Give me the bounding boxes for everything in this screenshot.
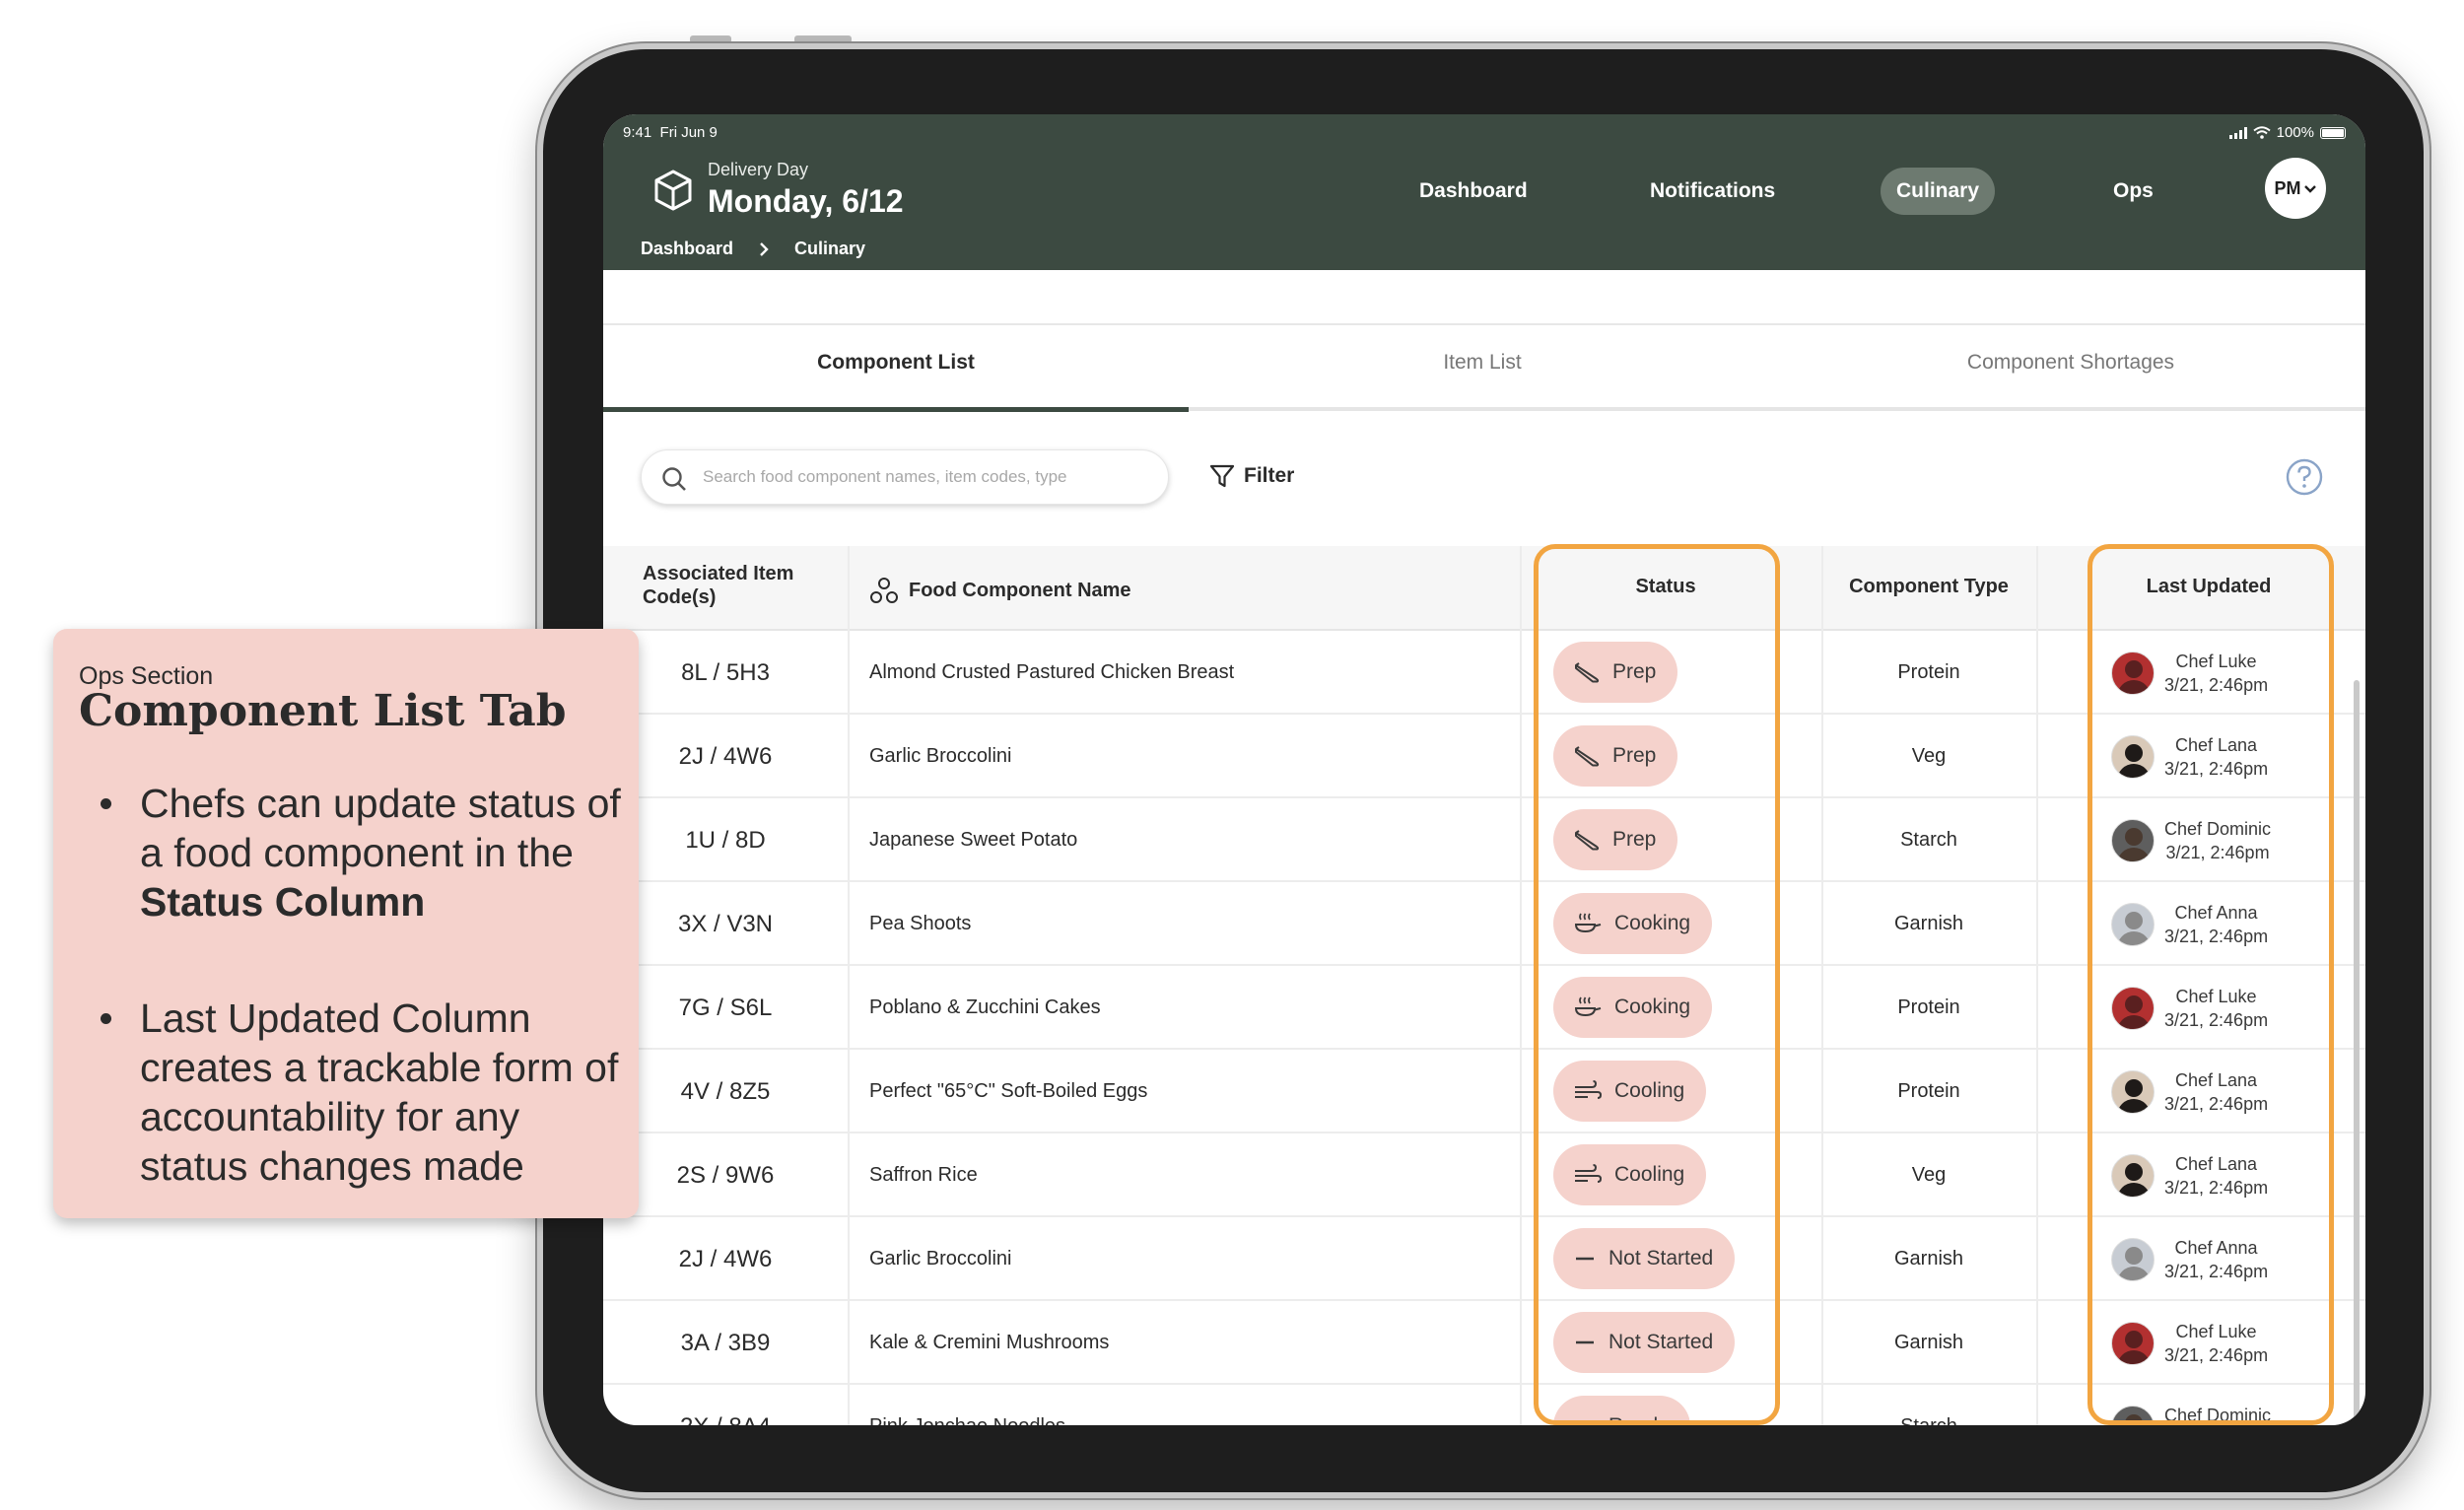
item-code: 8L / 5H3 xyxy=(681,659,770,686)
device-top-button xyxy=(794,35,852,43)
component-type: Starch xyxy=(1821,1385,2036,1425)
tab-component-shortages[interactable]: Component Shortages xyxy=(1776,351,2365,390)
component-name: Pea Shoots xyxy=(869,913,972,934)
callout-title: Component List Tab xyxy=(79,686,567,736)
status-indicators: 100% xyxy=(2228,124,2346,141)
tab-item-list[interactable]: Item List xyxy=(1189,351,1776,390)
component-name: Almond Crusted Pastured Chicken Breast xyxy=(869,661,1235,683)
callout-bullet-last-updated-text: Last Updated Column creates a trackable … xyxy=(140,995,619,1189)
component-name: Perfect "65°C" Soft-Boiled Eggs xyxy=(869,1080,1148,1102)
device-top-button xyxy=(690,35,731,43)
delivery-box-icon xyxy=(654,170,692,211)
status-time: 9:41 xyxy=(623,124,652,141)
column-header-component-name-label: Food Component Name xyxy=(909,579,1131,601)
item-code: 4V / 8Z5 xyxy=(680,1078,771,1105)
app-header: 9:41 Fri Jun 9 100% Delivery Day Monday,… xyxy=(603,114,2365,270)
nav-culinary[interactable]: Culinary xyxy=(1881,168,1996,215)
component-type: Veg xyxy=(1911,745,1947,767)
tabs-top-divider xyxy=(603,323,2365,325)
chevron-down-icon xyxy=(2303,185,2316,193)
callout-bullet-status: Chefs can update status of a food compon… xyxy=(101,779,633,927)
component-name: Kale & Cremini Mushrooms xyxy=(869,1332,1110,1353)
component-type: Protein xyxy=(1897,661,1960,683)
app-screen: 9:41 Fri Jun 9 100% Delivery Day Monday,… xyxy=(603,114,2365,1425)
breadcrumb-dashboard[interactable]: Dashboard xyxy=(641,239,733,259)
nav-dashboard[interactable]: Dashboard xyxy=(1419,168,1528,215)
battery-percent: 100% xyxy=(2276,124,2314,141)
status-date: Fri Jun 9 xyxy=(659,124,718,141)
ios-status-bar: 9:41 Fri Jun 9 100% xyxy=(623,124,2346,146)
bullet-dot xyxy=(101,798,111,809)
component-name: Poblano & Zucchini Cakes xyxy=(869,996,1101,1018)
help-icon[interactable] xyxy=(2285,457,2324,497)
component-type: Protein xyxy=(1897,1080,1960,1102)
filter-label: Filter xyxy=(1244,464,1295,487)
delivery-date[interactable]: Monday, 6/12 xyxy=(708,183,904,220)
presentation-canvas: 9:41 Fri Jun 9 100% Delivery Day Monday,… xyxy=(0,0,2464,1510)
breadcrumb-culinary[interactable]: Culinary xyxy=(794,239,865,259)
column-header-component-type[interactable]: Component Type xyxy=(1821,576,2036,598)
item-code: 2J / 4W6 xyxy=(678,743,773,770)
component-type: Protein xyxy=(1897,996,1960,1018)
item-code: 3A / 3B9 xyxy=(680,1330,771,1356)
search-input[interactable] xyxy=(703,462,1146,492)
component-type: Garnish xyxy=(1893,1332,1964,1353)
annotation-callout: Ops Section Component List Tab Chefs can… xyxy=(53,629,639,1218)
item-code: 2S / 9W6 xyxy=(676,1162,775,1189)
bullet-dot xyxy=(101,1013,111,1024)
breadcrumb: Dashboard Culinary xyxy=(641,239,865,259)
cellular-signal-icon xyxy=(2228,126,2247,139)
item-code: 7G / S6L xyxy=(678,995,773,1021)
delivery-day-label: Delivery Day xyxy=(708,160,809,179)
nav-notifications[interactable]: Notifications xyxy=(1650,168,1775,215)
component-name: Japanese Sweet Potato xyxy=(869,829,1078,851)
status-time-date: 9:41 Fri Jun 9 xyxy=(623,124,718,141)
status-column-highlight xyxy=(1534,544,1780,1425)
item-code: 1U / 8D xyxy=(685,827,766,854)
column-header-item-code[interactable]: Associated Item Code(s) xyxy=(643,562,830,609)
wifi-icon xyxy=(2252,126,2271,139)
callout-bullet-last-updated: Last Updated Column creates a trackable … xyxy=(101,994,633,1191)
item-code: 2X / 8A4 xyxy=(603,1385,848,1425)
ingredients-icon xyxy=(870,578,898,603)
search-bar[interactable] xyxy=(641,449,1169,505)
component-name: Saffron Rice xyxy=(869,1164,978,1186)
column-header-component-name[interactable]: Food Component Name xyxy=(869,576,1131,605)
component-name: Garlic Broccolini xyxy=(869,745,1012,767)
filter-button[interactable]: Filter xyxy=(1208,461,1294,491)
item-code: 2J / 4W6 xyxy=(678,1246,773,1272)
callout-bullet-status-text: Chefs can update status of a food compon… xyxy=(140,781,621,875)
component-name: Garlic Broccolini xyxy=(869,1248,1012,1270)
callout-bullet-status-bold: Status Column xyxy=(140,879,426,925)
component-type: Garnish xyxy=(1893,1248,1964,1270)
item-code: 3X / V3N xyxy=(677,911,774,937)
user-initials: PM xyxy=(2274,178,2301,198)
filter-icon xyxy=(1209,464,1235,488)
tab-component-list[interactable]: Component List xyxy=(603,351,1189,390)
component-type: Garnish xyxy=(1893,913,1964,934)
search-icon xyxy=(662,467,686,491)
nav-ops[interactable]: Ops xyxy=(2113,168,2154,215)
component-type: Veg xyxy=(1911,1164,1947,1186)
active-tab-indicator xyxy=(603,407,1189,412)
component-name: Pink Jonchae Noodles xyxy=(869,1385,1065,1425)
table-scrollbar[interactable] xyxy=(2354,680,2360,1425)
chevron-right-icon xyxy=(760,242,769,256)
battery-icon xyxy=(2320,126,2346,139)
component-type: Starch xyxy=(1900,829,1957,851)
last-updated-column-highlight xyxy=(2088,544,2334,1425)
user-avatar-menu[interactable]: PM xyxy=(2265,158,2326,219)
